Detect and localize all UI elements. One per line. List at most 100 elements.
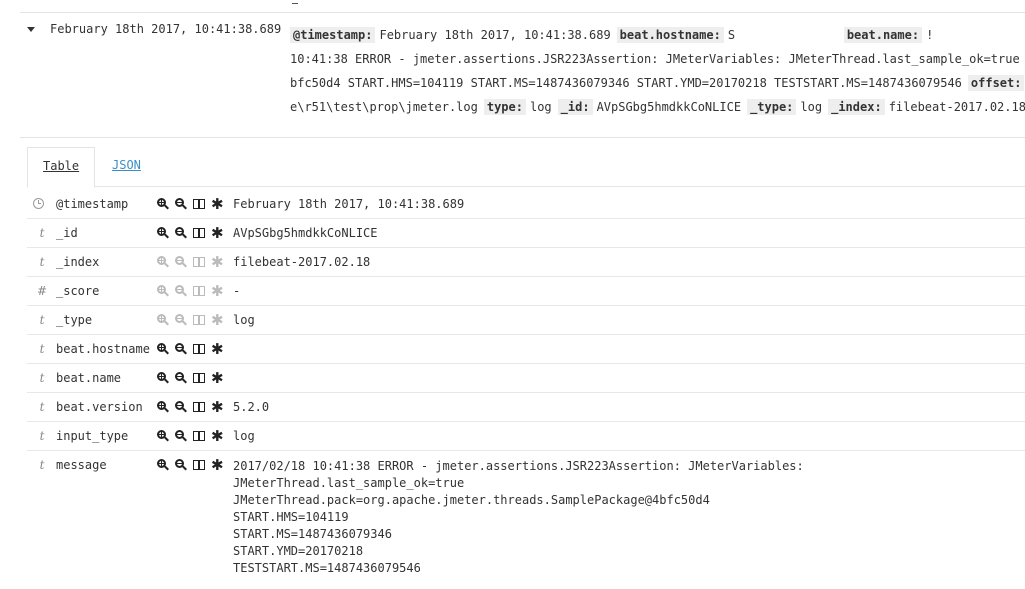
field-name: beat.version (56, 400, 143, 414)
filter-exists-icon[interactable]: ✱ (210, 195, 224, 213)
field-value: filebeat-2017.02.18 (233, 255, 371, 269)
filter-exists-icon[interactable]: ✱ (210, 456, 224, 474)
field-value: log (233, 313, 255, 327)
filter-out-value-icon[interactable] (174, 313, 188, 327)
field-row: # _score ✱ - (27, 277, 1025, 306)
string-type-icon: t (39, 255, 45, 269)
summary-value: S (727, 28, 736, 42)
toggle-column-icon[interactable] (192, 197, 206, 211)
number-type-icon: # (36, 284, 48, 298)
field-value: February 18th 2017, 10:41:38.689 (233, 197, 465, 211)
field-name: _id (56, 226, 78, 240)
scroll-marker (292, 0, 298, 4)
filter-out-value-icon[interactable] (174, 458, 188, 472)
field-actions: ✱ (156, 282, 228, 300)
field-name: beat.name (56, 371, 122, 385)
filter-out-value-icon[interactable] (174, 342, 188, 356)
field-name: @timestamp (56, 197, 129, 211)
field-name: input_type (56, 429, 129, 443)
summary-value: 10:41:38 ERROR - jmeter.assertions.JSR22… (290, 52, 1025, 66)
filter-for-value-icon[interactable] (156, 342, 170, 356)
filter-for-value-icon[interactable] (156, 226, 170, 240)
field-name: _index (56, 255, 100, 269)
toggle-column-icon[interactable] (192, 284, 206, 298)
toggle-column-icon[interactable] (192, 313, 206, 327)
summary-value: filebeat-2017.02.18 (888, 100, 1025, 114)
field-actions: ✱ (156, 369, 228, 387)
toggle-column-icon[interactable] (192, 400, 206, 414)
document-row[interactable]: February 18th 2017, 10:41:38.689 @timest… (20, 13, 1025, 138)
filter-exists-icon[interactable]: ✱ (210, 340, 224, 358)
field-name: _score (56, 284, 100, 298)
string-type-icon: t (39, 458, 45, 472)
toggle-column-icon[interactable] (192, 458, 206, 472)
filter-for-value-icon[interactable] (156, 400, 170, 414)
field-actions: ✱ (156, 398, 228, 416)
summary-key: _index: (828, 99, 885, 115)
filter-exists-icon[interactable]: ✱ (210, 282, 224, 300)
field-actions: ✱ (156, 195, 228, 213)
summary-value: bfc50d4 START.HMS=104119 START.MS=148743… (290, 76, 962, 90)
field-row: t _id ✱ AVpSGbg5hmdkkCoNLICE (27, 219, 1025, 248)
field-actions: ✱ (156, 224, 228, 242)
toggle-column-icon[interactable] (192, 255, 206, 269)
tab-bar: Table JSON (27, 147, 1025, 188)
filter-for-value-icon[interactable] (156, 284, 170, 298)
filter-for-value-icon[interactable] (156, 458, 170, 472)
filter-out-value-icon[interactable] (174, 429, 188, 443)
filter-exists-icon[interactable]: ✱ (210, 398, 224, 416)
tab-table[interactable]: Table (27, 147, 96, 188)
field-value: AVpSGbg5hmdkkCoNLICE (233, 226, 378, 240)
filter-for-value-icon[interactable] (156, 371, 170, 385)
field-table: @timestamp ✱ February 18th 2017, 10:41:38.… (27, 190, 1025, 581)
tab-table-label: Table (43, 159, 80, 173)
filter-out-value-icon[interactable] (174, 226, 188, 240)
field-row: t message ✱ 2017/02/18 10:41:38 ERROR - jme… (27, 451, 1025, 581)
summary-key: @timestamp: (290, 27, 376, 43)
filter-out-value-icon[interactable] (174, 400, 188, 414)
summary-value: AVpSGbg5hmdkkCoNLICE (596, 100, 742, 114)
toggle-column-icon[interactable] (192, 342, 206, 356)
field-name: _type (56, 313, 93, 327)
field-row: t beat.name ✱ (27, 364, 1025, 393)
filter-out-value-icon[interactable] (174, 284, 188, 298)
filter-exists-icon[interactable]: ✱ (210, 427, 224, 445)
field-row: t _index ✱ filebeat-2017.02.18 (27, 248, 1025, 277)
summary-value: February 18th 2017, 10:41:38.689 (379, 28, 611, 42)
filter-exists-icon[interactable]: ✱ (210, 311, 224, 329)
summary-key: beat.name: (843, 27, 923, 43)
filter-out-value-icon[interactable] (174, 255, 188, 269)
string-type-icon: t (39, 429, 45, 443)
field-actions: ✱ (156, 427, 228, 445)
field-row: t beat.version ✱ 5.2.0 (27, 393, 1025, 422)
field-value: 5.2.0 (233, 400, 270, 414)
tab-json[interactable]: JSON (97, 147, 156, 187)
field-value: - (233, 284, 241, 298)
filter-exists-icon[interactable]: ✱ (210, 369, 224, 387)
field-actions: ✱ (156, 456, 228, 474)
field-row: t input_type ✱ log (27, 422, 1025, 451)
field-row: t _type ✱ log (27, 306, 1025, 335)
caret-down-icon[interactable] (27, 27, 35, 32)
document-summary: @timestamp: February 18th 2017, 10:41:38.… (290, 23, 1025, 119)
filter-for-value-icon[interactable] (156, 197, 170, 211)
filter-for-value-icon[interactable] (156, 313, 170, 327)
filter-exists-icon[interactable]: ✱ (210, 253, 224, 271)
field-name: message (56, 458, 107, 472)
summary-value: ! (926, 28, 934, 42)
summary-key: _id: (557, 99, 593, 115)
filter-for-value-icon[interactable] (156, 255, 170, 269)
toggle-column-icon[interactable] (192, 429, 206, 443)
summary-key: beat.hostname: (616, 27, 724, 43)
toggle-column-icon[interactable] (192, 371, 206, 385)
field-value: log (233, 429, 255, 443)
toggle-column-icon[interactable] (192, 226, 206, 240)
field-actions: ✱ (156, 340, 228, 358)
summary-line: bfc50d4 START.HMS=104119 START.MS=148743… (290, 71, 1025, 95)
summary-key: _type: (747, 99, 797, 115)
filter-for-value-icon[interactable] (156, 429, 170, 443)
filter-out-value-icon[interactable] (174, 371, 188, 385)
string-type-icon: t (39, 400, 45, 414)
filter-out-value-icon[interactable] (174, 197, 188, 211)
filter-exists-icon[interactable]: ✱ (210, 224, 224, 242)
